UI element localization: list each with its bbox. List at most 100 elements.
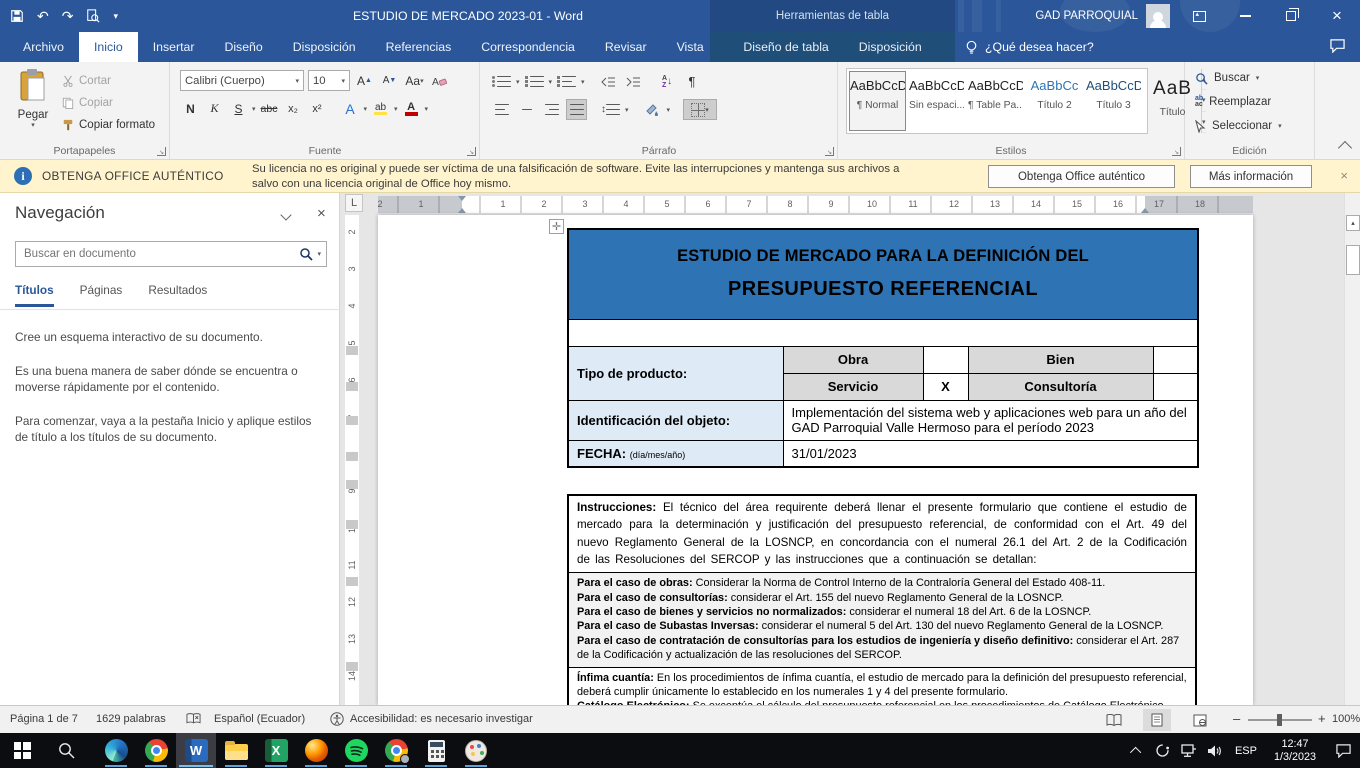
- taskbar-chrome-profile-icon[interactable]: [376, 733, 416, 768]
- taskbar-excel-icon[interactable]: X: [256, 733, 296, 768]
- bien-cell[interactable]: Bien: [968, 346, 1153, 373]
- undo-icon[interactable]: ↶: [37, 9, 49, 23]
- obra-cell[interactable]: Obra: [783, 346, 923, 373]
- dropdown-icon[interactable]: ▾: [516, 78, 520, 86]
- taskbar-word-icon[interactable]: W: [176, 733, 216, 768]
- table-move-handle[interactable]: ✛: [549, 219, 564, 234]
- zoom-in-button[interactable]: +: [1318, 711, 1326, 726]
- ribbon-display-options-button[interactable]: [1176, 0, 1222, 32]
- document-page[interactable]: ✛ ESTUDIO DE MERCADO PARA LA DEFINICIÓN …: [378, 215, 1253, 705]
- align-right-button[interactable]: [541, 99, 562, 120]
- paste-button[interactable]: Pegar ▾: [10, 68, 56, 146]
- clear-formatting-button[interactable]: A: [429, 70, 450, 91]
- instructions-intro[interactable]: Instrucciones: El técnico del área requi…: [569, 496, 1195, 572]
- decrease-indent-button[interactable]: [598, 71, 619, 92]
- select-button[interactable]: Seleccionar▾: [1185, 114, 1314, 138]
- dropdown-icon[interactable]: ▾: [667, 106, 671, 114]
- replace-button[interactable]: abac Reemplazar: [1185, 90, 1314, 114]
- language-indicator[interactable]: Español (Ecuador): [214, 713, 305, 725]
- ribbon-tab-inicio[interactable]: Inicio: [79, 32, 138, 62]
- language-tray-indicator[interactable]: ESP: [1228, 745, 1264, 757]
- italic-button[interactable]: K: [204, 98, 225, 119]
- customize-qat-icon[interactable]: ▾: [113, 12, 118, 21]
- zoom-out-button[interactable]: –: [1233, 711, 1240, 726]
- taskbar-firefox-icon[interactable]: [296, 733, 336, 768]
- ruler-row-marker[interactable]: [346, 452, 358, 461]
- print-preview-icon[interactable]: [86, 9, 100, 23]
- instructions-cases[interactable]: Para el caso de obras: Considerar la Nor…: [569, 572, 1195, 666]
- fecha-value-cell[interactable]: 31/01/2023: [783, 440, 1198, 467]
- volume-icon[interactable]: [1202, 733, 1228, 768]
- empty-row[interactable]: [568, 319, 1198, 346]
- ruler-row-marker[interactable]: [346, 520, 358, 529]
- redo-icon[interactable]: ↷: [62, 9, 74, 23]
- object-label-cell[interactable]: Identificación del objeto:: [568, 400, 783, 440]
- sort-button[interactable]: AZ↓: [657, 71, 678, 92]
- accessibility-icon[interactable]: [330, 712, 344, 729]
- search-dropdown-icon[interactable]: ▾: [317, 250, 321, 258]
- increase-indent-button[interactable]: [623, 71, 644, 92]
- ribbon-tab-diseño[interactable]: Diseño: [209, 32, 277, 62]
- paste-dropdown-icon[interactable]: ▾: [10, 121, 56, 129]
- read-mode-button[interactable]: [1100, 709, 1128, 731]
- close-button[interactable]: ×: [1314, 0, 1360, 32]
- line-spacing-button[interactable]: ↕: [600, 99, 621, 120]
- superscript-button[interactable]: x²: [307, 98, 328, 119]
- account-area[interactable]: GAD PARROQUIAL: [1035, 0, 1170, 32]
- servicio-mark-cell[interactable]: X: [923, 373, 968, 400]
- justify-button[interactable]: [566, 99, 587, 120]
- shrink-font-button[interactable]: A▼: [379, 70, 400, 91]
- taskbar-edge-icon[interactable]: [96, 733, 136, 768]
- search-icon[interactable]: [299, 247, 313, 261]
- object-value-cell[interactable]: Implementación del sistema web y aplicac…: [783, 400, 1198, 440]
- nav-tab-resultados[interactable]: Resultados: [148, 283, 207, 307]
- vertical-scrollbar[interactable]: ▴: [1344, 193, 1360, 705]
- taskbar-paint-icon[interactable]: [456, 733, 496, 768]
- numbering-button[interactable]: [524, 71, 545, 92]
- styles-dialog-launcher[interactable]: [1172, 147, 1181, 156]
- cut-button[interactable]: Cortar: [62, 70, 155, 92]
- text-effects-button[interactable]: A: [340, 98, 361, 119]
- save-icon[interactable]: [10, 9, 24, 23]
- servicio-cell[interactable]: Servicio: [783, 373, 923, 400]
- minimize-button[interactable]: [1222, 0, 1268, 32]
- nav-tab-títulos[interactable]: Títulos: [15, 283, 54, 307]
- restore-button[interactable]: [1268, 0, 1314, 32]
- multilevel-list-button[interactable]: [556, 71, 577, 92]
- dropdown-icon[interactable]: ▾: [625, 106, 629, 114]
- dropdown-icon[interactable]: ▾: [364, 105, 368, 113]
- print-layout-button[interactable]: [1143, 709, 1171, 731]
- right-indent-marker[interactable]: [1141, 208, 1149, 213]
- hanging-indent-marker[interactable]: [458, 208, 466, 213]
- tab-selector[interactable]: L: [345, 194, 363, 212]
- title-banner-cell[interactable]: ESTUDIO DE MERCADO PARA LA DEFINICIÓN DE…: [568, 229, 1198, 319]
- underline-button[interactable]: S: [228, 98, 249, 119]
- get-office-button[interactable]: Obtenga Office auténtico: [988, 165, 1175, 188]
- vertical-ruler[interactable]: 234567891011121314: [345, 215, 359, 705]
- subscript-button[interactable]: x₂: [283, 98, 304, 119]
- clipboard-dialog-launcher[interactable]: [157, 147, 166, 156]
- taskbar-file-explorer-icon[interactable]: [216, 733, 256, 768]
- dropdown-icon[interactable]: ▾: [394, 105, 398, 113]
- sync-icon[interactable]: [1150, 733, 1176, 768]
- ruler-row-marker[interactable]: [346, 346, 358, 355]
- style-sin-espaci[interactable]: AaBbCcDcSin espaci...: [908, 71, 965, 131]
- ribbon-tab-correspondencia[interactable]: Correspondencia: [466, 32, 590, 62]
- instructions-notes[interactable]: Ínfima cuantía: En los procedimientos de…: [569, 667, 1195, 705]
- dropdown-icon[interactable]: ▾: [549, 78, 553, 86]
- zoom-level[interactable]: 100%: [1332, 713, 1360, 725]
- show-marks-button[interactable]: ¶: [682, 71, 703, 92]
- start-button[interactable]: [2, 733, 42, 768]
- ribbon-tab-disposición[interactable]: Disposición: [278, 32, 371, 62]
- collapse-ribbon-icon[interactable]: [1338, 141, 1352, 155]
- consultoria-cell[interactable]: Consultoría: [968, 373, 1153, 400]
- avatar[interactable]: [1146, 4, 1170, 28]
- ribbon-tab-archivo[interactable]: Archivo: [8, 32, 79, 62]
- contextual-tab-diseño-de-tabla[interactable]: Diseño de tabla: [728, 32, 843, 62]
- obra-mark-cell[interactable]: [923, 346, 968, 373]
- change-case-button[interactable]: Aa▾: [404, 70, 425, 91]
- bullets-button[interactable]: [491, 71, 512, 92]
- fecha-label-cell[interactable]: FECHA: (día/mes/año): [568, 440, 783, 467]
- document-search-box[interactable]: ▾: [15, 241, 327, 267]
- nav-tab-páginas[interactable]: Páginas: [80, 283, 123, 307]
